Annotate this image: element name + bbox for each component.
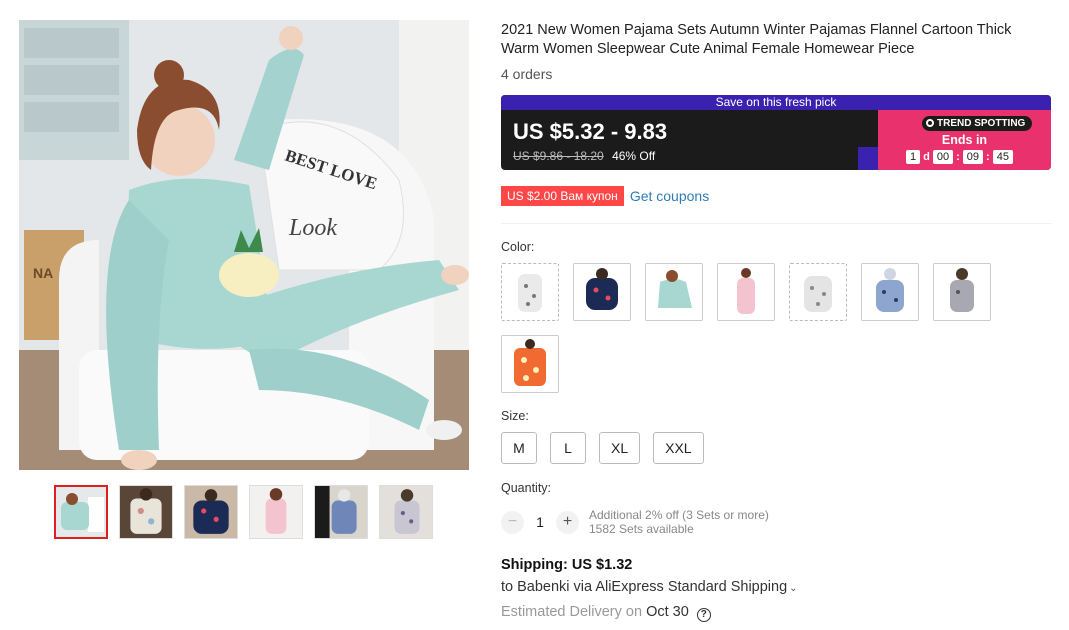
countdown-seconds: 45 xyxy=(992,150,1013,164)
ends-in-label: Ends in xyxy=(941,133,988,147)
trend-spotting-badge: TREND SPOTTING xyxy=(922,116,1033,131)
product-title: 2021 New Women Pajama Sets Autumn Winter… xyxy=(501,22,1012,57)
divider xyxy=(501,223,1052,224)
shipping-method-text: to Babenki via AliExpress Standard Shipp… xyxy=(501,579,788,595)
estimated-delivery-date: Oct 30 xyxy=(646,604,689,620)
color-swatch-orange-print[interactable] xyxy=(501,335,559,393)
main-product-image[interactable]: NA BEST LOVE Look xyxy=(19,20,469,470)
color-swatch-white-star[interactable] xyxy=(501,263,559,321)
coupon-row: US $2.00 Вам купон Get coupons xyxy=(501,186,709,206)
color-swatch-pink[interactable] xyxy=(717,263,775,321)
shipping-cost: Shipping: US $1.32 xyxy=(501,557,633,573)
main-product-illustration: NA BEST LOVE Look xyxy=(19,20,469,470)
bulk-discount-note: Additional 2% off (3 Sets or more) xyxy=(589,508,769,522)
size-option-m[interactable]: M xyxy=(501,432,537,464)
color-swatch-white-print[interactable] xyxy=(789,263,847,321)
help-icon[interactable]: ? xyxy=(696,608,711,622)
size-label: Size: xyxy=(501,409,529,423)
quantity-note: Additional 2% off (3 Sets or more) 1582 … xyxy=(589,508,769,536)
shipping-method-selector[interactable]: to Babenki via AliExpress Standard Shipp… xyxy=(501,579,798,595)
thumbnail-navy-heart[interactable] xyxy=(184,485,238,539)
countdown-separator: : xyxy=(986,151,990,163)
size-option-l[interactable]: L xyxy=(550,432,586,464)
quantity-decrease-button[interactable]: − xyxy=(501,510,524,534)
price-panel: Save on this fresh pick US $5.32 - 9.83 … xyxy=(501,95,1051,170)
chevron-down-icon[interactable]: ⌄ xyxy=(789,583,797,594)
countdown-timer: 1 d 00 : 09 : 45 xyxy=(906,150,1013,164)
coupon-badge[interactable]: US $2.00 Вам купон xyxy=(501,186,624,206)
trend-ring-icon xyxy=(926,119,934,127)
quantity-increase-button[interactable]: + xyxy=(556,510,579,534)
quantity-value[interactable]: 1 xyxy=(524,514,556,530)
countdown-minutes: 09 xyxy=(962,150,984,164)
thumbnail-floral[interactable] xyxy=(119,485,173,539)
original-price-row: US $9.86 - 18.20 46% Off xyxy=(513,149,655,163)
original-price: US $9.86 - 18.20 xyxy=(513,149,604,163)
countdown-days: 1 xyxy=(906,150,921,164)
color-swatch-navy-heart[interactable] xyxy=(573,263,631,321)
get-coupons-link[interactable]: Get coupons xyxy=(630,188,709,204)
thumbnail-navy-print[interactable] xyxy=(314,485,368,539)
quantity-stepper: − 1 + Additional 2% off (3 Sets or more)… xyxy=(501,508,769,536)
orders-count: 4 orders xyxy=(501,66,553,82)
color-swatch-mint[interactable] xyxy=(645,263,703,321)
thumbnail-mint[interactable] xyxy=(54,485,108,539)
estimated-delivery: Estimated Delivery on Oct 30 ? xyxy=(501,604,711,622)
color-swatch-blue-print[interactable] xyxy=(861,263,919,321)
size-option-xxl[interactable]: XXL xyxy=(653,432,704,464)
estimated-delivery-label: Estimated Delivery on xyxy=(501,604,643,620)
box-label: NA xyxy=(33,265,53,281)
countdown-day-unit: d xyxy=(923,151,930,163)
countdown-hours: 00 xyxy=(932,150,954,164)
thumbnail-pink[interactable] xyxy=(249,485,303,539)
countdown-separator: : xyxy=(956,151,960,163)
size-option-xl[interactable]: XL xyxy=(599,432,641,464)
color-swatch-grey-cat[interactable] xyxy=(933,263,991,321)
price-banner: Save on this fresh pick xyxy=(501,95,1051,110)
stock-available-note: 1582 Sets available xyxy=(589,522,694,536)
color-swatches xyxy=(501,263,1001,393)
trend-spotting-label: TREND SPOTTING xyxy=(937,118,1026,129)
quantity-label: Quantity: xyxy=(501,481,552,495)
discount-percent: 46% Off xyxy=(612,149,656,163)
size-options: M L XL XXL xyxy=(501,432,704,464)
thumbnail-white-print[interactable] xyxy=(379,485,433,539)
color-label: Color: xyxy=(501,240,535,254)
price-range: US $5.32 - 9.83 xyxy=(513,119,668,144)
thumbnail-strip xyxy=(54,485,433,539)
chair-script-text: Look xyxy=(288,215,337,241)
trend-promo-panel: TREND SPOTTING Ends in 1 d 00 : 09 : 45 xyxy=(878,110,1051,170)
